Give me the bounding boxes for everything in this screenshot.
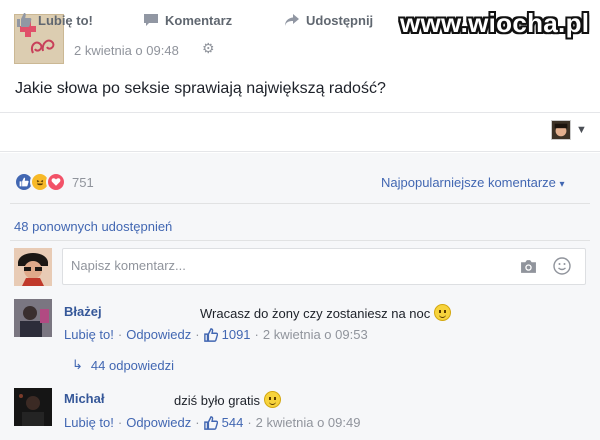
comment-composer[interactable]: [62, 248, 586, 285]
shares-count-link[interactable]: 48 ponownych udostępnień: [14, 219, 172, 234]
sort-label: Najpopularniejsze komentarze: [381, 175, 556, 190]
commenter-avatar[interactable]: [14, 299, 52, 337]
share-button[interactable]: Udostępnij: [284, 12, 373, 28]
comment-like-link[interactable]: Lubię to!: [64, 415, 114, 430]
gear-icon[interactable]: ⚙: [202, 40, 215, 57]
divider: [10, 203, 590, 204]
reactions-summary[interactable]: 751: [14, 172, 94, 192]
comment-text-body: dziś było gratis: [174, 393, 260, 408]
thumbs-up-icon: [203, 327, 218, 342]
thumbs-up-icon: [17, 13, 32, 27]
comment-timestamp[interactable]: 2 kwietnia o 09:53: [263, 327, 368, 342]
avatar-icon: [14, 299, 52, 337]
separator-dot: ·: [117, 415, 123, 430]
comment-text: Wracasz do żony czy zostaniesz na noc: [200, 304, 451, 321]
smiley-emoji-icon: [433, 304, 451, 321]
comment-button-label: Komentarz: [165, 12, 233, 28]
caret-down-icon: ▾: [559, 179, 565, 190]
comment-meta: Lubię to! · Odpowiedz · 544 · 2 kwietnia…: [64, 415, 360, 430]
separator-dot: ·: [254, 327, 259, 342]
comment-reply-link[interactable]: Odpowiedz: [126, 327, 191, 342]
share-button-label: Udostępnij: [306, 12, 374, 28]
view-replies-link[interactable]: ↳ 44 odpowiedzi: [72, 357, 174, 373]
thumbs-up-icon: [203, 415, 218, 430]
separator-dot: ·: [195, 415, 200, 430]
reaction-count: 751: [72, 174, 94, 190]
comment-like-count[interactable]: 544: [222, 415, 244, 430]
smiley-emoji-icon: [263, 391, 281, 408]
comment-timestamp[interactable]: 2 kwietnia o 09:49: [256, 415, 361, 430]
action-bar: [0, 112, 600, 152]
comment-text-body: Wracasz do żony czy zostaniesz na noc: [200, 306, 431, 321]
watermark: www.wiocha.pl: [400, 8, 590, 38]
like-button[interactable]: Lubię to!: [16, 12, 93, 28]
speech-bubble-icon: [144, 14, 158, 26]
avatar-icon: [14, 388, 52, 426]
redacted-surname: [114, 304, 196, 318]
post-timestamp[interactable]: 2 kwietnia o 09:48: [74, 43, 179, 58]
separator-dot: ·: [247, 415, 252, 430]
comment-like-link[interactable]: Lubię to!: [64, 327, 114, 342]
replies-count: 44 odpowiedzi: [90, 357, 175, 373]
comment-text: dziś było gratis: [174, 391, 281, 408]
comment-sort-dropdown[interactable]: Najpopularniejsze komentarze ▾: [381, 175, 565, 190]
reply-arrow-icon: ↳: [72, 357, 83, 372]
comment-meta: Lubię to! · Odpowiedz · 1091 · 2 kwietni…: [64, 327, 368, 342]
avatar-icon: [14, 248, 52, 286]
love-reaction-icon: [46, 172, 66, 192]
share-arrow-icon: [285, 14, 299, 26]
separator-dot: ·: [195, 327, 200, 342]
comment-like-count[interactable]: 1091: [222, 327, 251, 342]
comment-button[interactable]: Komentarz: [143, 12, 232, 28]
chevron-down-icon[interactable]: ▼: [576, 124, 587, 136]
camera-icon[interactable]: [520, 259, 537, 277]
smiley-icon[interactable]: [553, 257, 571, 280]
current-user-avatar[interactable]: [14, 248, 52, 286]
divider: [10, 240, 590, 241]
post-text: Jakie słowa po seksie sprawiają najwięks…: [15, 80, 386, 97]
commenter-name[interactable]: Michał: [64, 391, 104, 406]
redacted-surname: [114, 391, 170, 405]
share-as-avatar[interactable]: [551, 120, 571, 140]
commenter-avatar[interactable]: [14, 388, 52, 426]
comment-reply-link[interactable]: Odpowiedz: [126, 415, 191, 430]
like-button-label: Lubię to!: [38, 12, 93, 28]
commenter-name[interactable]: Błażej: [64, 304, 102, 319]
avatar-icon: [552, 121, 570, 139]
comment-input[interactable]: [71, 258, 491, 273]
separator-dot: ·: [117, 327, 123, 342]
